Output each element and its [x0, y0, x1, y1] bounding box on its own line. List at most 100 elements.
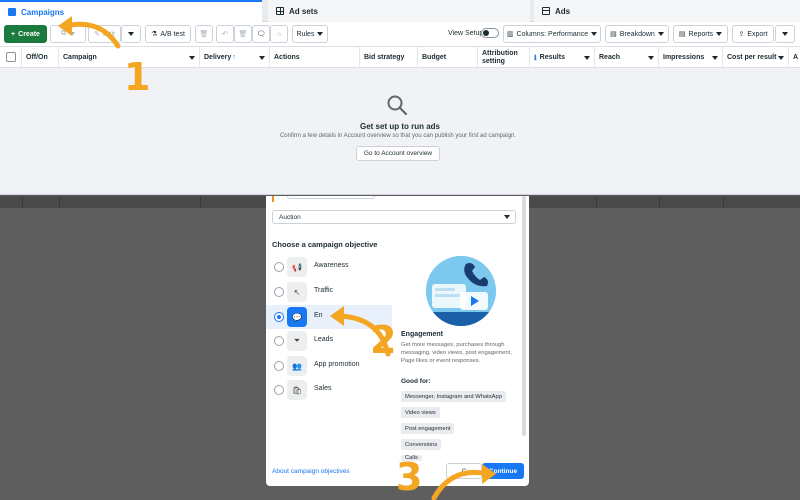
- plus-icon: +: [11, 30, 16, 38]
- campaigns-icon: [8, 8, 16, 16]
- radio-button[interactable]: [274, 287, 284, 297]
- column-cost-per-result[interactable]: Cost per result: [723, 47, 789, 68]
- tag-button[interactable]: ⌂: [270, 25, 288, 43]
- divider: [723, 196, 724, 208]
- chevron-down-icon: [591, 32, 598, 36]
- comment-button[interactable]: 🗨: [252, 25, 270, 43]
- objective-option-awareness[interactable]: 📢 Awareness: [266, 255, 392, 279]
- chat-bubbles-icon: 💬: [287, 307, 307, 327]
- ab-test-button[interactable]: ⚗ A/B test: [145, 25, 191, 43]
- empty-state-title: Get set up to run ads: [359, 122, 440, 131]
- select-all-cell: [0, 47, 22, 68]
- chevron-down-icon: [782, 32, 788, 36]
- radio-button[interactable]: [274, 336, 284, 346]
- cancel-button[interactable]: C: [446, 463, 482, 479]
- tab-ads[interactable]: Ads: [534, 0, 800, 22]
- campaign-name-field[interactable]: [287, 196, 375, 199]
- reports-button[interactable]: ▤ Reports: [673, 25, 728, 43]
- flask-icon: ⚗: [151, 31, 158, 38]
- create-campaign-modal: Auction Choose a campaign objective 📢 Aw…: [266, 196, 529, 486]
- rules-label: Rules: [296, 30, 315, 38]
- column-bid-strategy[interactable]: Bid strategy: [360, 47, 418, 68]
- empty-state: Get set up to run ads Confirm a few deta…: [0, 68, 800, 195]
- objective-label: Awareness: [314, 262, 349, 269]
- objective-option-traffic[interactable]: ↖ Traffic: [266, 280, 392, 304]
- edit-dropdown-button[interactable]: [121, 25, 141, 43]
- column-delivery[interactable]: Delivery ↑: [200, 47, 270, 68]
- annotation-number-3: 3: [396, 455, 423, 499]
- empty-state-subtitle: Confirm a few details in Account overvie…: [279, 133, 517, 139]
- export-dropdown-button[interactable]: [775, 25, 795, 43]
- tab-ad-sets-label: Ad sets: [289, 6, 318, 16]
- chevron-down-icon: [69, 32, 75, 36]
- column-label: Off/On: [26, 54, 48, 61]
- rules-button[interactable]: Rules: [292, 25, 328, 43]
- ab-test-label: A/B test: [160, 30, 185, 38]
- duplicate-icon: ⧉: [61, 30, 66, 37]
- column-label: Budget: [422, 54, 447, 61]
- chevron-down-icon: [657, 32, 664, 36]
- undo-icon: ↶: [222, 31, 228, 38]
- radio-button[interactable]: [274, 385, 284, 395]
- buying-type-select[interactable]: Auction: [272, 210, 516, 224]
- select-all-checkbox[interactable]: [6, 52, 16, 62]
- chevron-down-icon: [189, 56, 195, 60]
- column-label: Impressions: [663, 54, 705, 61]
- chevron-down-icon: [716, 32, 723, 36]
- tab-ad-sets[interactable]: Ad sets: [268, 0, 530, 22]
- info-icon: ℹ: [534, 54, 537, 62]
- column-more[interactable]: A: [789, 47, 800, 68]
- highlight-marker: [272, 196, 274, 202]
- column-results[interactable]: ℹ Results: [530, 47, 595, 68]
- chevron-down-icon: [584, 56, 590, 60]
- column-label: Cost per result: [727, 54, 777, 61]
- column-label: Bid strategy: [364, 54, 405, 61]
- duplicate-button[interactable]: ⧉: [50, 25, 86, 43]
- discard-button[interactable]: 🗑: [234, 25, 252, 43]
- chevron-down-icon: [778, 56, 784, 60]
- modal-scrollbar[interactable]: [522, 196, 526, 436]
- column-reach[interactable]: Reach: [595, 47, 659, 68]
- sort-asc-icon: ↑: [232, 54, 236, 61]
- column-label: Campaign: [63, 54, 97, 61]
- column-off-on[interactable]: Off/On: [22, 47, 59, 68]
- objective-label: En: [314, 312, 323, 319]
- radio-button[interactable]: [274, 262, 284, 272]
- columns-button[interactable]: ▥ Columns: Performance: [503, 25, 601, 43]
- trash-icon: 🗑: [199, 31, 209, 38]
- objective-option-sales[interactable]: 🛍 Sales: [266, 378, 392, 402]
- create-button[interactable]: + Create: [4, 25, 47, 43]
- chevron-down-icon: [648, 56, 654, 60]
- undo-button[interactable]: ↶: [216, 25, 234, 43]
- column-label: Reach: [599, 54, 621, 61]
- chevron-down-icon: [128, 32, 134, 36]
- edit-button[interactable]: ✎ Edit: [88, 25, 121, 43]
- column-budget[interactable]: Budget: [418, 47, 478, 68]
- reports-icon: ▤: [678, 31, 686, 38]
- comment-icon: 🗨: [256, 31, 266, 38]
- adsets-icon: [276, 7, 284, 15]
- column-impressions[interactable]: Impressions: [659, 47, 723, 68]
- filter-icon: ⏷: [287, 331, 307, 351]
- good-for-heading: Good for:: [401, 378, 431, 385]
- column-attribution-setting[interactable]: Attribution setting: [478, 47, 530, 68]
- divider: [596, 196, 597, 208]
- column-label: Delivery: [204, 54, 232, 61]
- view-setup-toggle[interactable]: [481, 28, 499, 38]
- edit-button-label: Edit: [102, 30, 115, 38]
- about-campaign-objectives-link[interactable]: About campaign objectives: [272, 468, 350, 475]
- breakdown-label: Breakdown: [619, 30, 655, 38]
- breakdown-button[interactable]: ▤ Breakdown: [605, 25, 669, 43]
- delete-button[interactable]: 🗑: [195, 25, 213, 43]
- column-label: A: [793, 54, 799, 61]
- columns-label: Columns: Performance: [516, 30, 589, 38]
- reports-label: Reports: [688, 30, 714, 38]
- breakdown-icon: ▤: [610, 31, 617, 38]
- go-to-account-overview-button[interactable]: Go to Account overview: [356, 146, 440, 161]
- tab-campaigns[interactable]: Campaigns: [0, 0, 262, 22]
- radio-button[interactable]: [274, 312, 284, 322]
- radio-button[interactable]: [274, 361, 284, 371]
- continue-button[interactable]: Continue: [482, 463, 524, 479]
- export-button[interactable]: ⇪ Export: [732, 25, 774, 43]
- column-actions[interactable]: Actions: [270, 47, 360, 68]
